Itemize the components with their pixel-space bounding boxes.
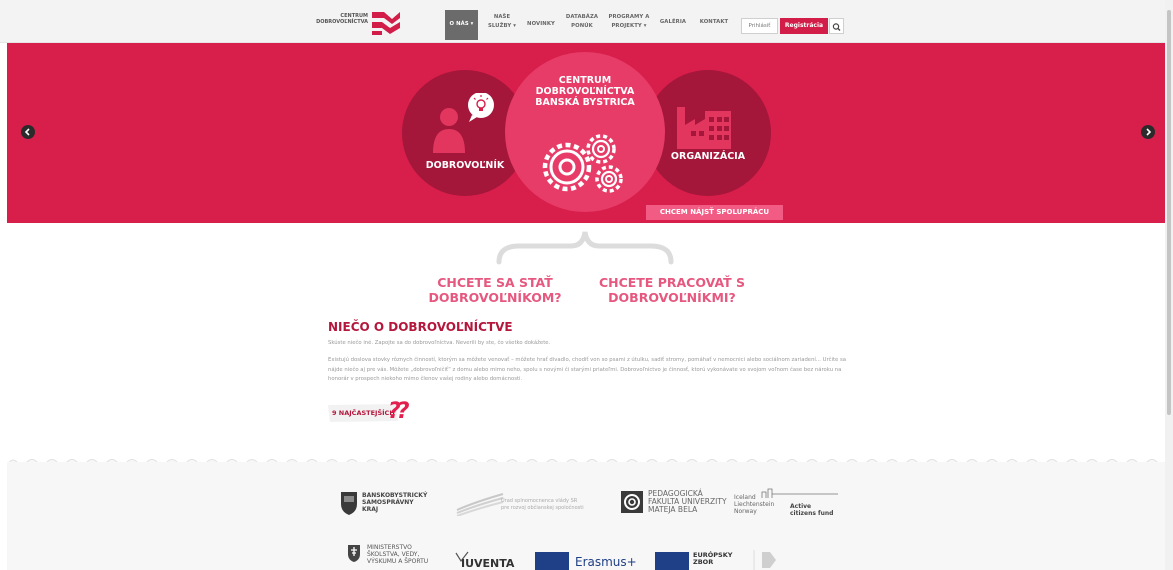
brace-decoration — [496, 231, 674, 265]
become-volunteer-link[interactable]: CHCETE SA STAŤ DOBROVOĽNÍKOM? — [420, 275, 570, 305]
faq-label: 9 NAJČASTEJŠÍCH — [332, 409, 395, 417]
hero-banner: CENTRUM DOBROVOĽNÍCTVA BANSKÁ BYSTRICA D… — [7, 43, 1167, 223]
umb-logo-icon — [621, 491, 643, 513]
volunteer-icon — [433, 93, 494, 153]
partner-erasmus[interactable]: Erasmus+ — [535, 550, 637, 570]
search-button[interactable] — [829, 18, 844, 34]
logo-mark-icon — [372, 12, 400, 35]
nav-item-novinky[interactable]: NOVINKY — [525, 10, 557, 40]
login-button[interactable]: Prihlásiť — [741, 18, 778, 34]
partner-europsky-zbor[interactable]: EURÓPSKY ZBOR — [655, 550, 745, 570]
nav-item-nase-sluzby[interactable]: NAŠE SLUŽBY ▾ — [485, 10, 519, 40]
nav-item-kontakt[interactable]: KONTAKT — [697, 10, 731, 40]
about-body: Existujú doslova stovky rôznych činností… — [328, 357, 846, 382]
chevron-left-icon — [24, 128, 30, 136]
eu-flag-icon — [655, 552, 689, 570]
bbsk-crest-icon — [341, 492, 357, 515]
factory-icon — [677, 107, 731, 149]
organization-label: ORGANIZÁCIA — [670, 151, 746, 162]
work-with-volunteers-link[interactable]: CHCETE PRACOVAŤ S DOBROVOĽNÍKMI? — [592, 275, 752, 305]
logo-text: CENTRUM DOBROVOĽNÍCTVA — [316, 13, 368, 25]
about-lead: Skúste niečo iné. Zapojte sa do dobrovoľ… — [328, 340, 551, 346]
search-icon — [832, 23, 841, 31]
nav-item-programy-a-projekty[interactable]: PROGRAMY A PROJEKTY ▾ — [607, 10, 651, 40]
gears-icon — [542, 134, 623, 193]
volunteer-label: DOBROVOĽNÍK — [425, 160, 505, 171]
question-marks-icon: ?? — [388, 399, 409, 424]
slovakia-crest-icon — [348, 545, 360, 562]
nav-item-galeria[interactable]: GALÉRIA — [658, 10, 688, 40]
carousel-prev-button[interactable] — [21, 125, 35, 139]
eu-flag-icon — [535, 552, 569, 570]
partner-logo-icon[interactable] — [752, 548, 792, 570]
nav-item-databaza-ponuk[interactable]: DATABÁZA PONÚK — [563, 10, 601, 40]
partner-ministerstvo[interactable]: MINISTERSTVO ŠKOLSTVA, VEDY, VÝSKUMU A Š… — [347, 544, 447, 570]
page: CENTRUM DOBROVOĽNÍCTVA O NÁS ▾ NAŠE SLUŽB… — [0, 0, 1173, 570]
chevron-right-icon — [1146, 128, 1152, 136]
scrollbar-thumb[interactable] — [1167, 10, 1171, 415]
partner-iuventa[interactable]: IUVENTA — [455, 548, 525, 570]
nav-item-o-nas[interactable]: O NÁS ▾ — [445, 10, 478, 40]
partner-urad-vlady[interactable]: Úrad splnomocnenca vlády SR pre rozvoj o… — [455, 490, 615, 520]
partner-bbsk[interactable]: BANSKOBYSTRICKÝ SAMOSPRÁVNY KRAJ — [340, 490, 450, 520]
carousel-next-button[interactable] — [1141, 125, 1155, 139]
eea-grants-icon — [761, 488, 838, 498]
partner-umb-pedagogicka[interactable]: PEDAGOGICKÁ FAKULTA UNIVERZITY MATEJA BE… — [620, 490, 730, 520]
urad-wing-icon — [456, 493, 504, 517]
site-logo[interactable]: CENTRUM DOBROVOĽNÍCTVA — [313, 10, 408, 36]
hero-title: CENTRUM DOBROVOĽNÍCTVA BANSKÁ BYSTRICA — [535, 75, 635, 108]
find-cooperation-button[interactable]: CHCEM NÁJSŤ SPOLUPRÁCU — [646, 205, 783, 220]
about-title: NIEČO O DOBROVOĽNÍCTVE — [328, 320, 513, 334]
register-button[interactable]: Registrácia — [780, 18, 828, 34]
partner-active-citizens-fund[interactable]: Iceland Liechtenstein Norway Active citi… — [734, 488, 844, 522]
site-header: CENTRUM DOBROVOĽNÍCTVA O NÁS ▾ NAŠE SLUŽB… — [0, 0, 1173, 43]
